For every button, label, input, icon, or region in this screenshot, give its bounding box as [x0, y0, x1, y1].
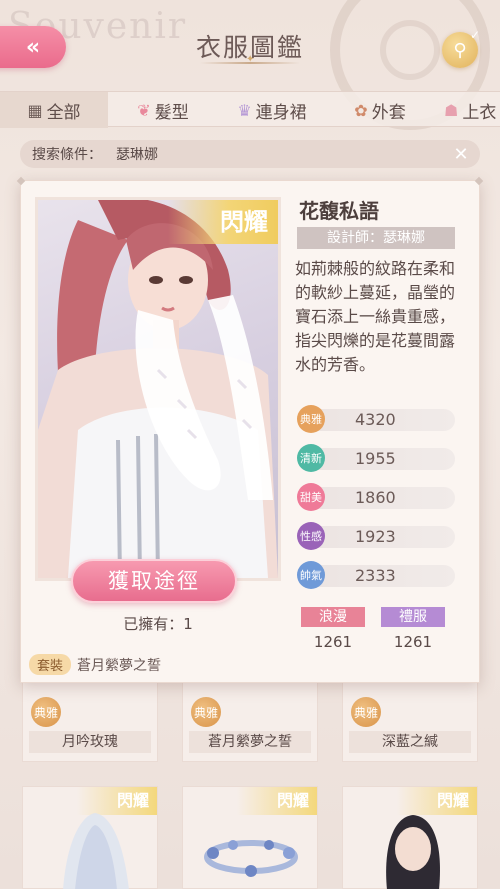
dark-hair-image — [386, 815, 440, 889]
stat-value: 1860 — [355, 488, 396, 507]
tag-romantic: 浪漫 1261 — [301, 607, 365, 651]
dress-icon: ♛ — [237, 100, 252, 120]
magnifier-icon: ⚲ — [453, 39, 467, 61]
tab-hair[interactable]: ❦ 髮型 — [108, 92, 218, 128]
hair-icon: ❦ — [137, 100, 151, 120]
grid-card[interactable]: 閃耀 — [342, 786, 478, 889]
tab-all[interactable]: ▦ 全部 — [0, 92, 108, 128]
tag-value: 1261 — [313, 633, 353, 651]
tab-dress[interactable]: ♛ 連身裙 — [218, 92, 326, 128]
header: « 衣服圖鑑 ⚲ ✓ — [0, 0, 500, 92]
set-name: 蒼月縈夢之誓 — [77, 657, 162, 674]
character-illustration — [38, 200, 278, 578]
grid-card-name: 月吟玫瑰 — [29, 731, 151, 753]
style-tags: 浪漫 1261 禮服 1261 — [301, 607, 445, 651]
tab-label: 外套 — [371, 102, 406, 123]
tab-coat[interactable]: ✿ 外套 — [326, 92, 434, 128]
style-badge: 典雅 — [351, 697, 381, 727]
grid-card[interactable]: 閃耀 — [182, 786, 318, 889]
stat-fresh: 清新 1955 — [297, 444, 457, 472]
clear-filter-button[interactable]: ✕ — [450, 143, 472, 165]
grid-card-name: 蒼月縈夢之誓 — [189, 731, 311, 753]
veil-image — [63, 813, 129, 889]
flash-tag: 閃耀 — [168, 200, 278, 244]
tab-label: 連身裙 — [255, 102, 307, 123]
grid-card-name: 深藍之緘 — [349, 731, 471, 753]
stat-value: 2333 — [355, 566, 396, 585]
filter-label: 搜索條件： — [32, 147, 102, 163]
grid-card[interactable]: 典雅 深藍之緘 — [342, 680, 478, 762]
stat-value: 1923 — [355, 527, 396, 546]
fresh-icon: 清新 — [297, 444, 325, 472]
title-ornament — [200, 54, 300, 65]
tab-label: 髮型 — [154, 102, 189, 123]
stat-sexy: 性感 1923 — [297, 522, 457, 550]
designer-label: 設計師：瑟琳娜 — [297, 227, 455, 249]
sweet-icon: 甜美 — [297, 483, 325, 511]
stat-value: 4320 — [355, 410, 396, 429]
item-name: 花馥私語 — [299, 199, 379, 223]
coat-icon: ✿ — [354, 100, 368, 120]
category-tabs: ▦ 全部 ❦ 髮型 ♛ 連身裙 ✿ 外套 ☗ 上衣 — [0, 91, 500, 128]
item-detail-panel: 閃耀 獲取途徑 已擁有：1 套裝 蒼月縈夢之誓 花馥私語 設計師：瑟琳娜 如荊棘… — [16, 176, 484, 683]
tab-label: 上衣 — [462, 102, 497, 123]
elegant-icon: 典雅 — [297, 405, 325, 433]
tag-formal: 禮服 1261 — [381, 607, 445, 651]
sexy-icon: 性感 — [297, 522, 325, 550]
style-badge: 典雅 — [191, 697, 221, 727]
set-tag: 套裝 — [29, 654, 72, 675]
tag-value: 1261 — [393, 633, 433, 651]
check-icon: ✓ — [469, 28, 480, 42]
owned-count: 已擁有：1 — [123, 615, 193, 633]
search-button[interactable]: ⚲ ✓ — [442, 28, 480, 68]
acquire-button[interactable]: 獲取途徑 — [71, 559, 237, 603]
tab-top[interactable]: ☗ 上衣 — [434, 92, 500, 128]
grid-icon: ▦ — [27, 100, 43, 120]
cool-icon: 帥氣 — [297, 561, 325, 589]
flower-crown-image — [204, 840, 298, 877]
shirt-icon: ☗ — [444, 100, 459, 120]
attribute-stats: 典雅 4320 清新 1955 甜美 1860 性感 1923 帥氣 2333 — [297, 405, 457, 600]
filter-value: 瑟琳娜 — [116, 147, 158, 163]
search-filter-bar: 搜索條件： 瑟琳娜 ✕ — [20, 140, 480, 168]
grid-card[interactable]: 閃耀 — [22, 786, 158, 889]
stat-cool: 帥氣 2333 — [297, 561, 457, 589]
grid-card[interactable]: 典雅 月吟玫瑰 — [22, 680, 158, 762]
tag-label: 浪漫 — [301, 607, 365, 627]
set-info[interactable]: 套裝 蒼月縈夢之誓 — [29, 654, 161, 675]
style-badge: 典雅 — [31, 697, 61, 727]
stat-elegant: 典雅 4320 — [297, 405, 457, 433]
tab-label: 全部 — [46, 102, 81, 123]
close-icon: ✕ — [453, 143, 469, 165]
item-description: 如荊棘般的紋路在柔和的軟紗上蔓延，晶瑩的寶石添上一絲貴重感，指尖閃爍的是花蔓間露… — [295, 259, 456, 374]
tag-label: 禮服 — [381, 607, 445, 627]
stat-value: 1955 — [355, 449, 396, 468]
item-portrait: 閃耀 — [35, 197, 281, 581]
stat-sweet: 甜美 1860 — [297, 483, 457, 511]
grid-card[interactable]: 典雅 蒼月縈夢之誓 — [182, 680, 318, 762]
